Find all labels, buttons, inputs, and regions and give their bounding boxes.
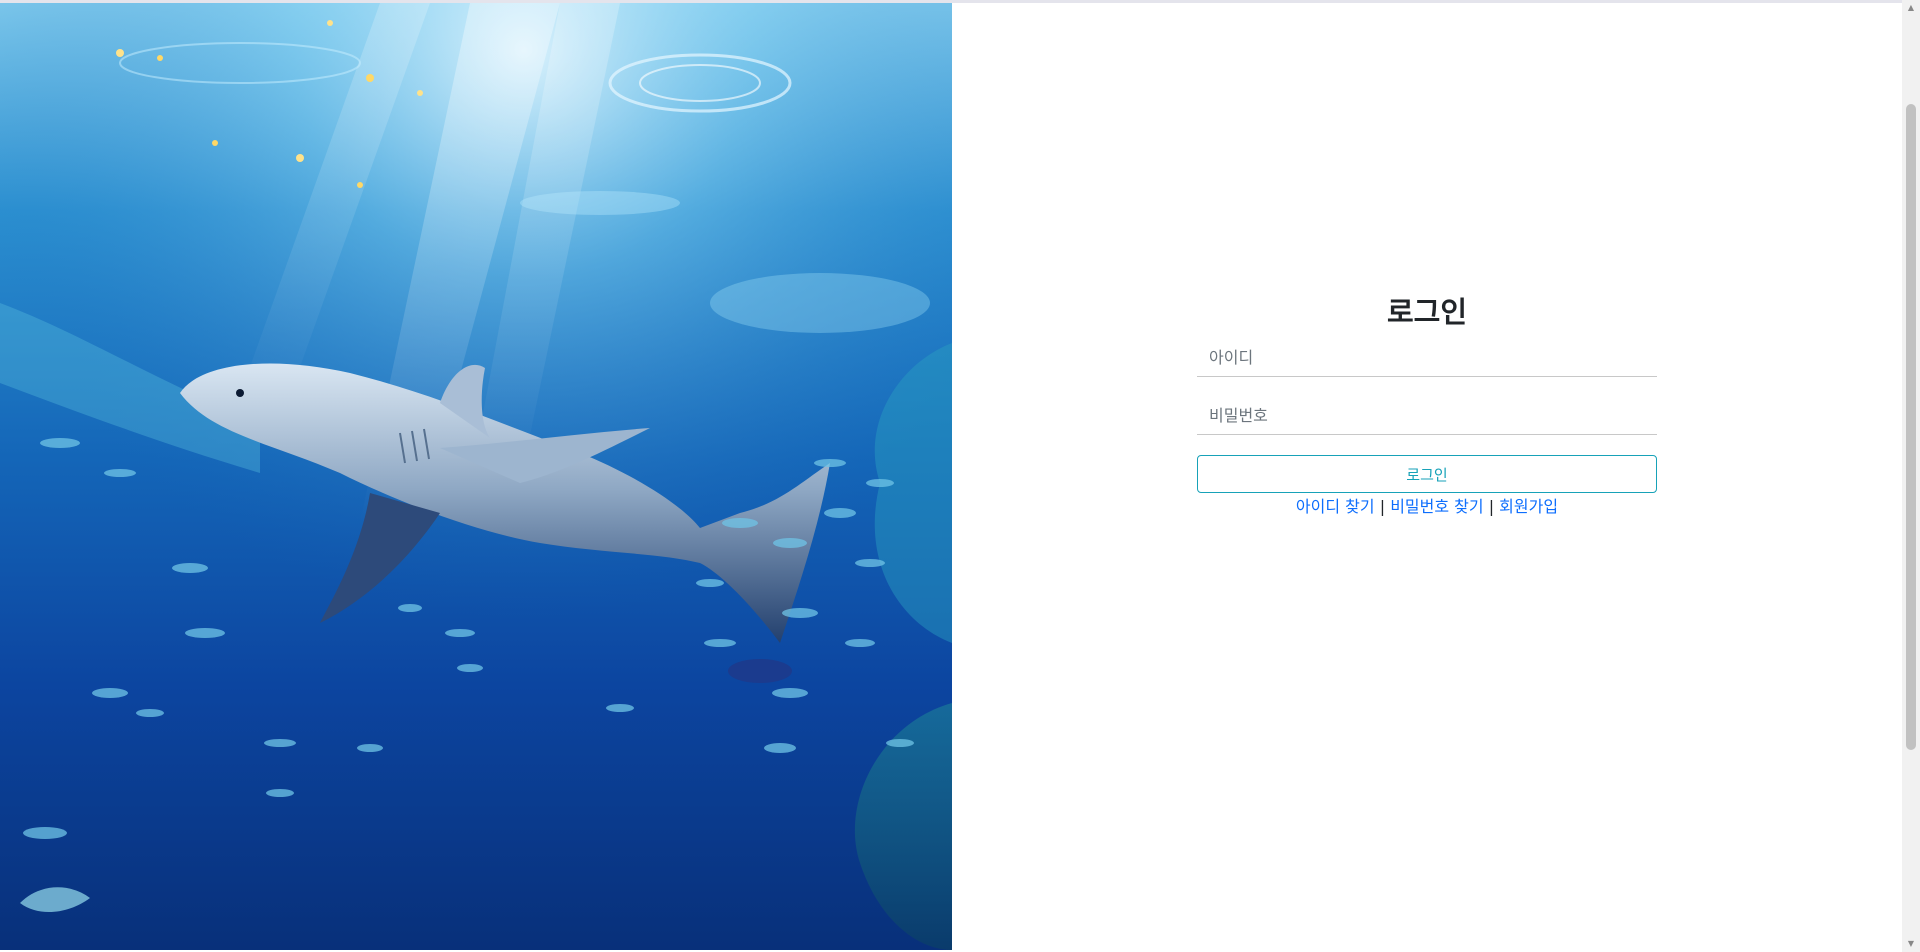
id-input[interactable] (1197, 339, 1657, 377)
link-separator: | (1379, 497, 1386, 516)
password-input[interactable] (1197, 397, 1657, 435)
find-id-link[interactable]: 아이디 찾기 (1296, 497, 1375, 516)
login-page: 로그인 로그인 아이디 찾기 | 비밀번호 찾기 | 회원가입 (0, 3, 1902, 950)
login-title: 로그인 (1386, 295, 1468, 329)
link-separator: | (1488, 497, 1495, 516)
login-button[interactable]: 로그인 (1197, 455, 1657, 493)
find-password-link[interactable]: 비밀번호 찾기 (1390, 497, 1483, 516)
scroll-thumb[interactable] (1906, 104, 1916, 750)
account-links: 아이디 찾기 | 비밀번호 찾기 | 회원가입 (1197, 495, 1657, 519)
login-panel: 로그인 로그인 아이디 찾기 | 비밀번호 찾기 | 회원가입 (952, 3, 1902, 950)
signup-link[interactable]: 회원가입 (1499, 497, 1558, 516)
hero-image (0, 3, 952, 950)
shark-illustration (0, 3, 952, 950)
vertical-scrollbar[interactable]: ▲ ▼ (1902, 0, 1920, 952)
login-form: 로그인 로그인 아이디 찾기 | 비밀번호 찾기 | 회원가입 (1197, 293, 1657, 519)
scroll-up-arrow-icon[interactable]: ▲ (1902, 0, 1920, 16)
scroll-down-arrow-icon[interactable]: ▼ (1902, 936, 1920, 952)
